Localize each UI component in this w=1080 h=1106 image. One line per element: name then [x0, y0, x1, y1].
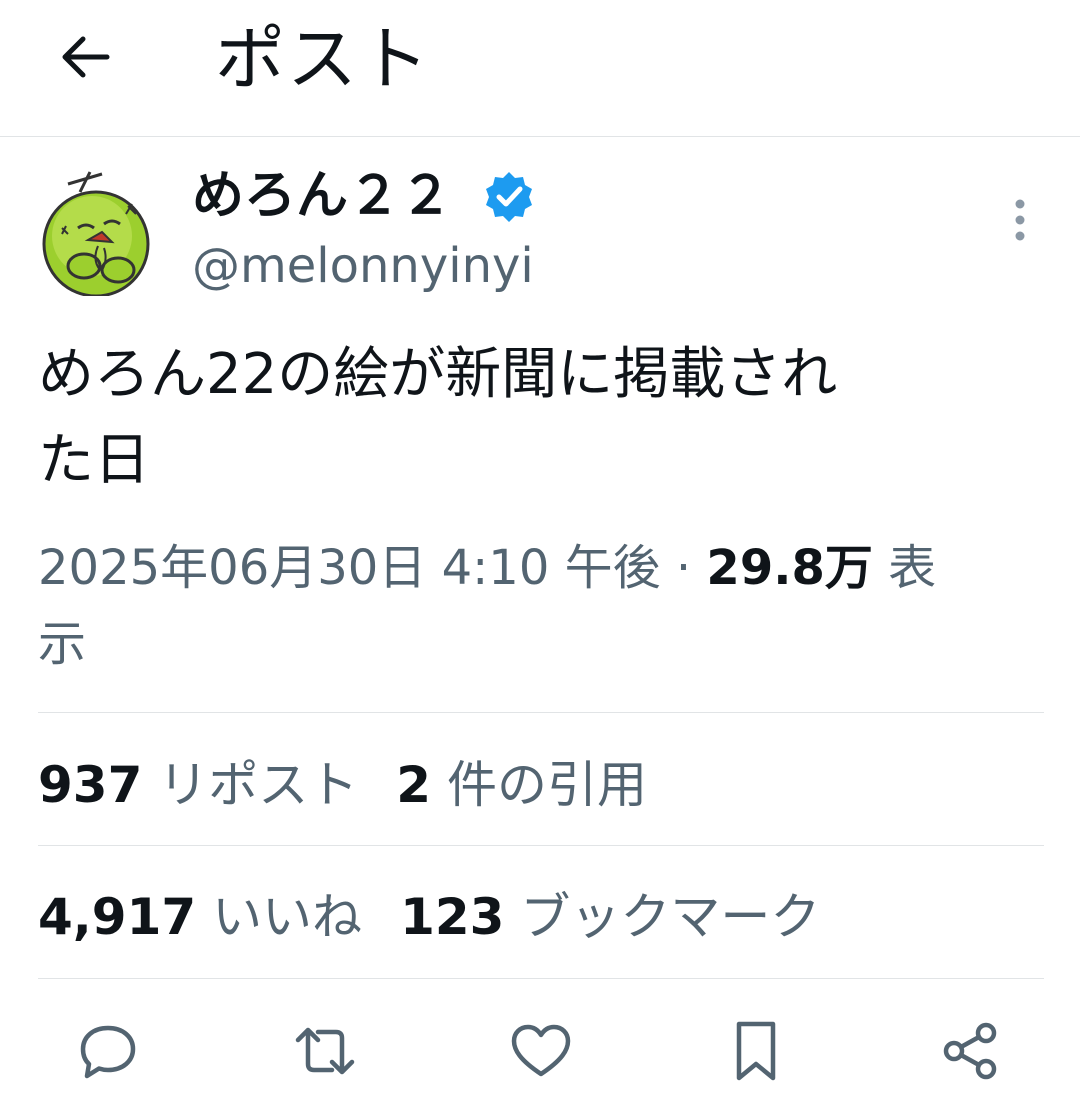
- post-text-line: めろん22の絵が新聞に掲載され: [38, 342, 838, 407]
- divider: [38, 978, 1044, 979]
- stats-row-likes: 4,917 いいね 123 ブックマーク: [38, 882, 820, 952]
- bookmark-icon: [736, 1021, 776, 1081]
- reposts-label: リポスト: [158, 756, 359, 814]
- views-count: 29.8万: [706, 540, 873, 596]
- post-timestamp[interactable]: 2025年06月30日 4:10 午後: [38, 540, 661, 596]
- top-app-bar: ポスト: [0, 0, 1080, 137]
- likes-label: いいね: [212, 888, 363, 946]
- reply-icon: [80, 1025, 136, 1079]
- reply-button[interactable]: [75, 1018, 141, 1084]
- verified-badge-icon: [483, 170, 535, 222]
- post-text-line: た日: [38, 428, 150, 493]
- repost-button[interactable]: [292, 1018, 358, 1084]
- divider: [38, 712, 1044, 713]
- more-vertical-icon: [1015, 199, 1025, 241]
- reposts-stat[interactable]: 937 リポスト: [38, 756, 358, 814]
- arrow-left-icon: [62, 36, 110, 78]
- divider: [38, 845, 1044, 846]
- bookmarks-label: ブックマーク: [520, 888, 821, 946]
- back-button[interactable]: [50, 22, 120, 92]
- bookmark-button[interactable]: [723, 1018, 789, 1084]
- author-handle[interactable]: @melonnyinyi: [192, 236, 534, 296]
- more-options-button[interactable]: [1000, 196, 1040, 248]
- bookmarks-stat[interactable]: 123 ブックマーク: [400, 888, 820, 946]
- quotes-label: 件の引用: [446, 756, 647, 814]
- post-detail-page: ポスト めろん２２ @melonnyinyi めろん22の絵が新聞に掲載され た…: [0, 0, 1080, 1106]
- page-title: ポスト: [215, 18, 431, 100]
- share-icon: [943, 1022, 997, 1080]
- reposts-count: 937: [38, 756, 143, 814]
- post-meta: 2025年06月30日 4:10 午後 · 29.8万 表 示: [38, 530, 1048, 682]
- avatar[interactable]: [40, 166, 156, 298]
- like-button[interactable]: [508, 1018, 574, 1084]
- post-text: めろん22の絵が新聞に掲載され た日: [38, 332, 1028, 504]
- share-button[interactable]: [938, 1018, 1004, 1084]
- likes-count: 4,917: [38, 888, 197, 946]
- bookmarks-count: 123: [400, 888, 505, 946]
- likes-stat[interactable]: 4,917 いいね: [38, 888, 362, 946]
- views-label: 表: [888, 540, 937, 596]
- meta-separator: ·: [675, 540, 692, 596]
- heart-icon: [511, 1024, 571, 1077]
- views-label-continued: 示: [38, 616, 87, 672]
- stats-row-reposts: 937 リポスト 2 件の引用: [38, 750, 647, 820]
- author-display-name[interactable]: めろん２２: [192, 163, 452, 229]
- quotes-count: 2: [396, 756, 432, 814]
- melon-character-avatar: [42, 171, 150, 298]
- quotes-stat[interactable]: 2 件の引用: [396, 756, 647, 814]
- repost-icon: [295, 1027, 355, 1075]
